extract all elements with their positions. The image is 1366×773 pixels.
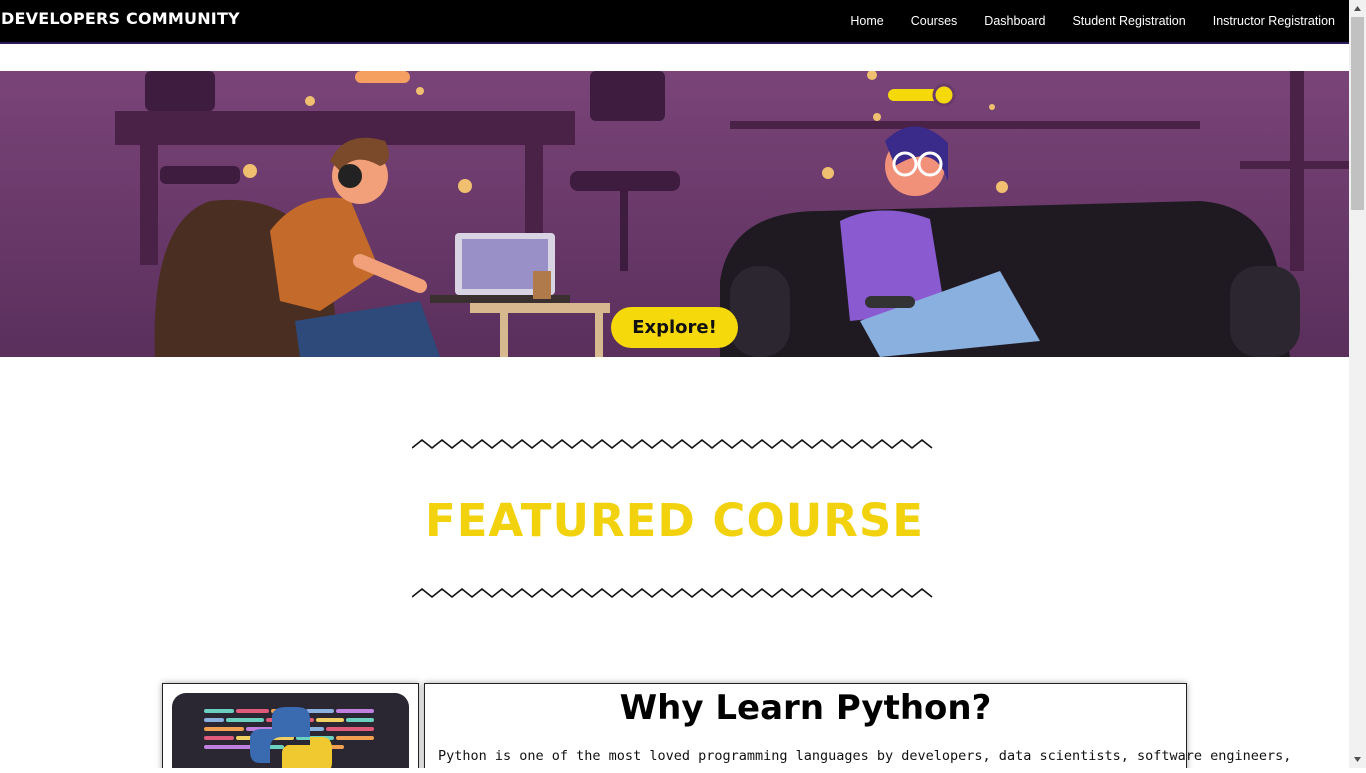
zigzag-divider-top bbox=[412, 438, 933, 450]
course-card-body: Python is one of the most loved programm… bbox=[438, 748, 1292, 764]
scroll-up-arrow-icon[interactable] bbox=[1349, 0, 1366, 17]
featured-course-title: FEATURED COURSE bbox=[424, 494, 925, 547]
course-image-card[interactable] bbox=[162, 683, 419, 768]
vertical-scrollbar[interactable] bbox=[1349, 0, 1366, 768]
course-card-title: Why Learn Python? bbox=[619, 688, 992, 728]
nav-link-instructor-registration[interactable]: Instructor Registration bbox=[1213, 14, 1335, 28]
top-navbar: DEVELOPERS COMMUNITY Home Courses Dashbo… bbox=[0, 0, 1349, 44]
explore-button[interactable]: Explore! bbox=[611, 307, 738, 348]
scroll-down-arrow-icon[interactable] bbox=[1349, 751, 1366, 768]
nav-link-courses[interactable]: Courses bbox=[911, 14, 958, 28]
scrollbar-thumb[interactable] bbox=[1351, 17, 1364, 210]
course-description-card: Why Learn Python? Python is one of the m… bbox=[424, 683, 1292, 768]
nav-link-dashboard[interactable]: Dashboard bbox=[984, 14, 1045, 28]
page: DEVELOPERS COMMUNITY Home Courses Dashbo… bbox=[0, 0, 1349, 768]
zigzag-divider-bottom bbox=[412, 587, 933, 599]
python-logo-image bbox=[172, 693, 409, 768]
brand-logo-text[interactable]: DEVELOPERS COMMUNITY bbox=[1, 9, 240, 28]
nav-link-home[interactable]: Home bbox=[850, 14, 883, 28]
nav-links: Home Courses Dashboard Student Registrat… bbox=[823, 0, 1335, 42]
nav-link-student-registration[interactable]: Student Registration bbox=[1072, 14, 1185, 28]
